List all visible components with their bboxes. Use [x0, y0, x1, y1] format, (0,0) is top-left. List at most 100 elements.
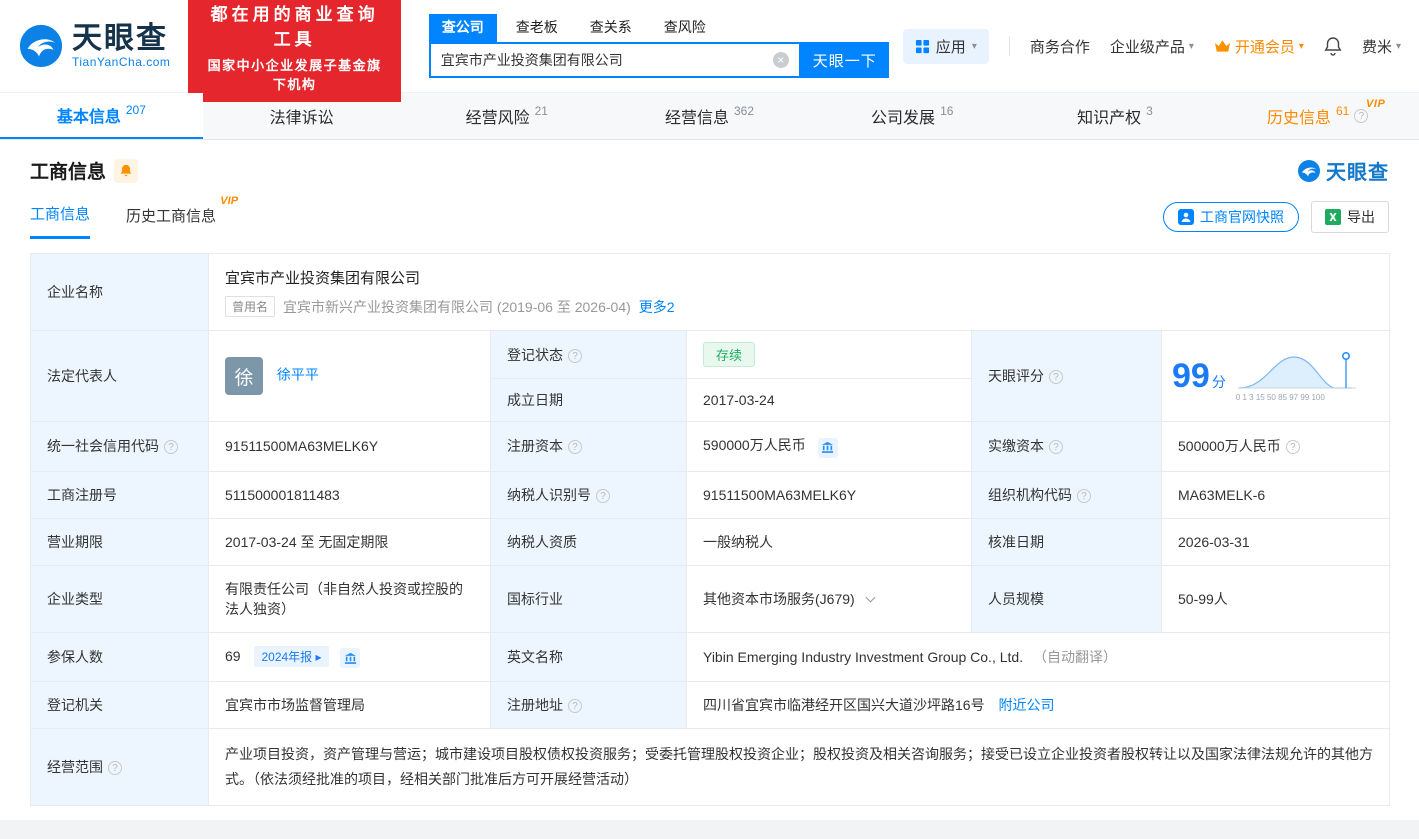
establish-date-value: 2017-03-24 [687, 379, 972, 422]
company-type-value: 有限责任公司（非自然人投资或控股的法人独资） [209, 565, 491, 632]
search-tab-company[interactable]: 查公司 [429, 14, 497, 42]
help-icon[interactable]: ? [568, 699, 582, 713]
row-term: 营业期限 2017-03-24 至 无固定期限 纳税人资质 一般纳税人 核准日期… [31, 518, 1390, 565]
more-former-names-link[interactable]: 更多2 [639, 297, 675, 317]
subtab-business-info[interactable]: 工商信息 [30, 203, 90, 239]
notifications-bell-icon[interactable] [1324, 36, 1342, 56]
tab-legal-proceedings[interactable]: 法律诉讼 [203, 93, 406, 139]
auto-translate-note: （自动翻译） [1033, 649, 1117, 665]
help-icon[interactable]: ? [1077, 489, 1091, 503]
staff-size-label: 人员规模 [972, 565, 1162, 632]
english-name-label: 英文名称 [491, 632, 687, 682]
chevron-down-icon[interactable] [865, 592, 875, 602]
monitor-bell-icon[interactable] [114, 159, 138, 183]
english-name-value: Yibin Emerging Industry Investment Group… [703, 649, 1023, 665]
search-tab-relation[interactable]: 查关系 [577, 14, 645, 42]
help-icon[interactable]: ? [1354, 109, 1368, 123]
tianyancha-watermark-logo: 天眼查 [1297, 156, 1389, 185]
staff-size-value: 50-99人 [1162, 565, 1390, 632]
legal-rep-avatar[interactable]: 徐 [225, 357, 263, 395]
nearby-companies-link[interactable]: 附近公司 [998, 697, 1054, 713]
business-info-table: 企业名称 宜宾市产业投资集团有限公司 曾用名 宜宾市新兴产业投资集团有限公司 (… [30, 253, 1390, 806]
reg-authority-value: 宜宾市市场监督管理局 [209, 682, 491, 729]
nav-open-vip[interactable]: 开通会员 ▾ [1214, 36, 1304, 57]
reg-address-cell: 四川省宜宾市临港经开区国兴大道沙坪路16号 附近公司 [687, 682, 1390, 729]
tab-operating-risk[interactable]: 经营风险21 [405, 93, 608, 139]
search-tab-boss[interactable]: 查老板 [503, 14, 571, 42]
search-button[interactable]: 天眼一下 [801, 42, 889, 78]
company-name-label: 企业名称 [31, 254, 209, 331]
vip-badge: VIP [1366, 98, 1385, 110]
insured-value: 69 [225, 648, 241, 664]
help-icon[interactable]: ? [164, 440, 178, 454]
taxpayer-quality-label: 纳税人资质 [491, 518, 687, 565]
status-badge: 存续 [703, 342, 755, 367]
tab-intellectual-property[interactable]: 知识产权3 [1014, 93, 1217, 139]
apps-menu[interactable]: 应用 ▾ [903, 29, 989, 64]
apps-grid-icon [915, 39, 930, 54]
reg-capital-value: 590000万人民币 [703, 437, 806, 453]
chevron-down-icon: ▾ [1189, 41, 1194, 52]
person-icon [1178, 209, 1194, 225]
excel-icon [1325, 209, 1341, 225]
row-capital: 统一社会信用代码? 91511500MA63MELK6Y 注册资本? 59000… [31, 422, 1390, 472]
legal-rep-link[interactable]: 徐平平 [277, 367, 319, 383]
clear-search-icon[interactable]: × [773, 52, 789, 68]
subtab-row: 工商信息 历史工商信息 VIP 工商官网快照 导出 [0, 191, 1419, 241]
business-term-value: 2017-03-24 至 无固定期限 [209, 518, 491, 565]
export-button[interactable]: 导出 [1311, 201, 1389, 233]
reg-status-label: 登记状态? [491, 331, 687, 379]
help-icon[interactable]: ? [568, 349, 582, 363]
reg-address-label: 注册地址? [491, 682, 687, 729]
tyc-score-cell[interactable]: 99分 0 1 3 15 50 85 97 99 100 [1162, 331, 1390, 422]
help-icon[interactable]: ? [596, 489, 610, 503]
search-input[interactable] [441, 52, 773, 68]
tab-operating-info[interactable]: 经营信息362 [608, 93, 811, 139]
annual-report-badge[interactable]: 2024年报 ▸ [254, 646, 328, 667]
username: 费米 [1362, 36, 1392, 57]
section-header: 工商信息 天眼查 [0, 140, 1419, 191]
tyc-score-label: 天眼评分? [972, 331, 1162, 422]
chevron-down-icon: ▾ [972, 41, 977, 52]
official-snapshot-button[interactable]: 工商官网快照 [1163, 202, 1299, 232]
nav-cooperation[interactable]: 商务合作 [1030, 36, 1090, 57]
row-type: 企业类型 有限责任公司（非自然人投资或控股的法人独资） 国标行业 其他资本市场服… [31, 565, 1390, 632]
paid-capital-cell: 500000万人民币? [1162, 422, 1390, 472]
search-area: 查公司 查老板 查关系 查风险 × 天眼一下 [429, 14, 889, 78]
subtab-history-business-info[interactable]: 历史工商信息 VIP [126, 205, 216, 238]
crown-icon [1214, 39, 1231, 53]
row-company-name: 企业名称 宜宾市产业投资集团有限公司 曾用名 宜宾市新兴产业投资集团有限公司 (… [31, 254, 1390, 331]
tianyancha-logo-icon [18, 23, 64, 69]
business-term-label: 营业期限 [31, 518, 209, 565]
tab-basic-info[interactable]: 基本信息207 [0, 93, 203, 139]
former-name-tag: 曾用名 [225, 296, 275, 317]
help-icon[interactable]: ? [1049, 370, 1063, 384]
search-box: × [429, 42, 801, 78]
score-axis-ticks: 0 1 3 15 50 85 97 99 100 [1236, 393, 1358, 402]
tianyancha-logo-icon [1297, 159, 1321, 183]
user-menu[interactable]: 费米 ▾ [1362, 36, 1401, 57]
page-bottom-gutter [0, 820, 1419, 839]
org-code-value: MA63MELK-6 [1162, 471, 1390, 518]
help-icon[interactable]: ? [1049, 440, 1063, 454]
search-tab-risk[interactable]: 查风险 [651, 14, 719, 42]
tianyancha-logo[interactable]: 天眼查 TianYanCha.com [18, 23, 170, 69]
search-tabs: 查公司 查老板 查关系 查风险 [429, 14, 889, 42]
tab-company-development[interactable]: 公司发展16 [811, 93, 1014, 139]
insured-label: 参保人数 [31, 632, 209, 682]
org-code-label: 组织机构代码? [972, 471, 1162, 518]
score-distribution-chart: 0 1 3 15 50 85 97 99 100 [1236, 350, 1358, 402]
paid-capital-label: 实缴资本? [972, 422, 1162, 472]
page: 天眼查 TianYanCha.com 都在用的商业查询工具 国家中小企业发展子基… [0, 0, 1419, 839]
legal-rep-label: 法定代表人 [31, 331, 209, 422]
nav-enterprise-products[interactable]: 企业级产品 ▾ [1110, 36, 1194, 57]
help-icon[interactable]: ? [1286, 440, 1300, 454]
chevron-down-icon: ▾ [1299, 41, 1304, 52]
bank-icon[interactable] [818, 438, 838, 458]
help-icon[interactable]: ? [108, 761, 122, 775]
reg-address-value: 四川省宜宾市临港经开区国兴大道沙坪路16号 [703, 697, 985, 713]
help-icon[interactable]: ? [568, 440, 582, 454]
chevron-down-icon: ▾ [1396, 41, 1401, 52]
tab-history-info[interactable]: VIP 历史信息61 ? [1216, 93, 1419, 139]
bank-icon[interactable] [340, 648, 360, 668]
